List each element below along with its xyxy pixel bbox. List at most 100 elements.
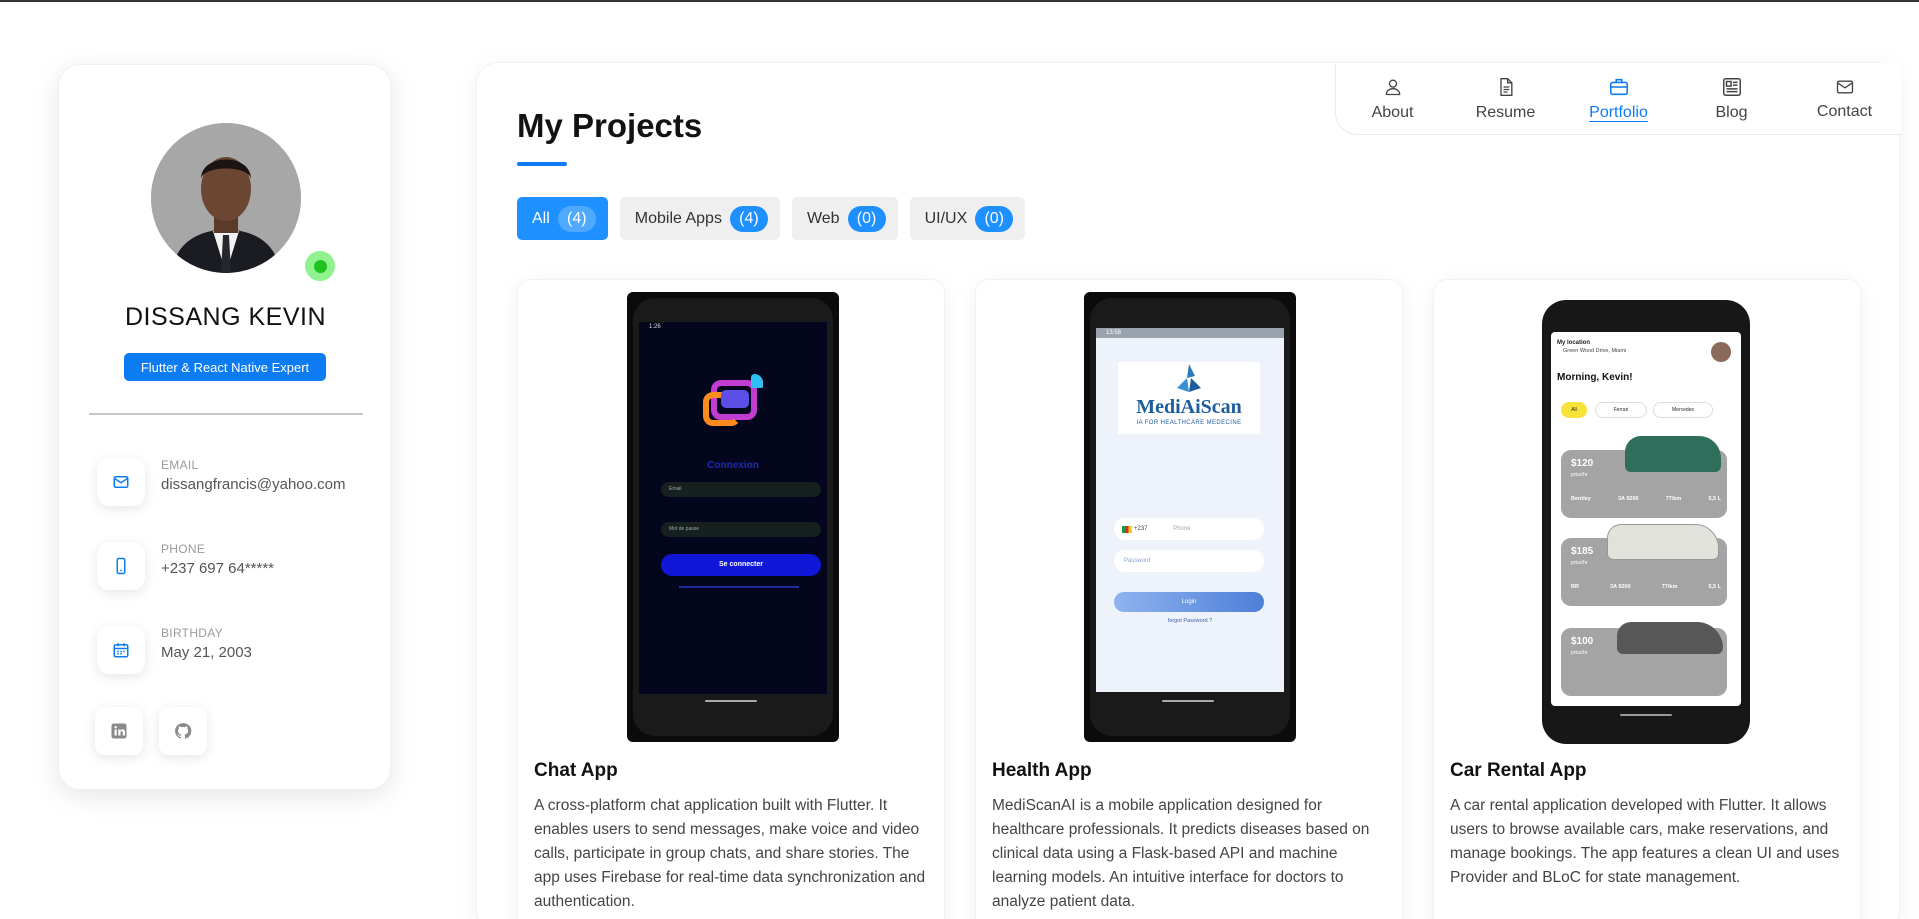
top-navigation: About Resume Portfolio Blog Contact	[1335, 63, 1901, 135]
nav-label: Resume	[1475, 103, 1536, 121]
filter-label: UI/UX	[924, 209, 968, 227]
filter-ui-ux[interactable]: UI/UX (0)	[909, 197, 1026, 240]
contact-email: EMAIL dissangfrancis@yahoo.com	[97, 458, 377, 514]
screen-car-card: $185 price/hr RR 3A 9200 77/km 5,5 L	[1561, 524, 1727, 606]
page-title: My Projects	[517, 107, 703, 144]
car-specs: RR 3A 9200 77/km 5,5 L	[1571, 584, 1721, 590]
filter-count: (4)	[557, 205, 596, 232]
role-badge: Flutter & React Native Expert	[124, 353, 326, 381]
mediaiscan-logo: MediAiScan IA FOR HEALTHCARE MEDECINE	[1118, 362, 1260, 434]
envelope-icon	[1836, 80, 1853, 93]
app-screen: 13:58 MediAiScan IA FOR HEALTHCARE MEDEC…	[1096, 328, 1284, 692]
screen-location: Green Wood Drive, Miami	[1563, 348, 1627, 354]
screen-greeting: Morning, Kevin!	[1557, 372, 1633, 383]
user-icon	[1385, 79, 1400, 95]
screen-tab-all: All	[1561, 402, 1587, 418]
newspaper-icon	[1722, 77, 1741, 96]
filter-count: (0)	[975, 205, 1014, 232]
project-filters: All (4) Mobile Apps (4) Web (0) UI/UX (0…	[517, 197, 1026, 240]
github-icon	[175, 723, 192, 739]
screen-tab-ferrari: Ferrari	[1595, 402, 1647, 418]
title-underline	[517, 162, 567, 166]
contact-label: EMAIL	[161, 458, 199, 472]
mail-icon	[97, 458, 145, 506]
car-image	[1607, 524, 1719, 560]
calendar-icon	[97, 626, 145, 674]
nav-resume[interactable]: Resume	[1449, 63, 1562, 134]
screen-avatar	[1711, 342, 1731, 362]
project-screenshot: My location Green Wood Drive, Miami Morn…	[1542, 300, 1750, 744]
nav-about[interactable]: About	[1336, 63, 1449, 134]
screen-brand: MediAiScan	[1136, 396, 1242, 418]
project-card-car-rental-app[interactable]: My location Green Wood Drive, Miami Morn…	[1433, 279, 1861, 919]
nav-portfolio[interactable]: Portfolio	[1562, 63, 1675, 134]
phone-icon	[97, 542, 145, 590]
nav-label: About	[1371, 103, 1414, 121]
app-screen: 1:26 Connexion Email Mot de passe Se con…	[639, 322, 827, 694]
project-screenshot: 1:26 Connexion Email Mot de passe Se con…	[627, 292, 839, 742]
nav-blog[interactable]: Blog	[1675, 63, 1788, 134]
contact-label: PHONE	[161, 542, 206, 556]
avatar	[151, 123, 301, 273]
filter-all[interactable]: All (4)	[517, 197, 608, 240]
window-top-border	[0, 0, 1919, 2]
project-card-chat-app[interactable]: 1:26 Connexion Email Mot de passe Se con…	[517, 279, 945, 919]
status-time: 13:58	[1096, 328, 1284, 338]
car-specs: Bentley 3A 9200 77/km 5,5 L	[1571, 496, 1721, 502]
car-price: $120	[1571, 458, 1594, 469]
project-title: Car Rental App	[1450, 760, 1587, 781]
project-description: A cross-platform chat application built …	[534, 797, 926, 910]
project-description: A car rental application developed with …	[1450, 797, 1840, 886]
filter-count: (4)	[729, 205, 768, 232]
project-description: MediScanAI is a mobile application desig…	[992, 797, 1370, 910]
screen-login-button: Login	[1114, 592, 1264, 612]
nav-label: Contact	[1816, 102, 1873, 120]
filter-mobile-apps[interactable]: Mobile Apps (4)	[619, 197, 780, 240]
chat-logo-icon	[703, 374, 763, 430]
screen-login-button: Se connecter	[661, 554, 821, 576]
linkedin-link[interactable]	[95, 707, 143, 755]
contact-value[interactable]: +237 697 64*****	[161, 560, 274, 577]
car-price-unit: price/hr	[1571, 560, 1588, 566]
filter-web[interactable]: Web (0)	[791, 197, 898, 240]
app-screen: My location Green Wood Drive, Miami Morn…	[1551, 332, 1741, 706]
car-price-unit: price/hr	[1571, 472, 1588, 478]
contact-label: BIRTHDAY	[161, 626, 223, 640]
screen-password-field: Mot de passe	[661, 522, 821, 537]
screen-forgot-link: forgot Password ?	[1167, 618, 1213, 624]
car-price: $100	[1571, 636, 1594, 647]
status-time: 1:26	[649, 324, 661, 330]
nav-label: Portfolio	[1589, 103, 1648, 121]
project-title: Health App	[992, 760, 1092, 781]
screen-country-code: +237	[1134, 526, 1148, 532]
profile-sidebar: DISSANG KEVIN Flutter & React Native Exp…	[58, 64, 391, 790]
screen-phone-field: +237 Phone	[1114, 518, 1264, 540]
screen-tagline: IA FOR HEALTHCARE MEDECINE	[1136, 420, 1242, 426]
contact-birthday: BIRTHDAY May 21, 2003	[97, 626, 377, 682]
divider	[89, 413, 363, 415]
project-card-health-app[interactable]: 13:58 MediAiScan IA FOR HEALTHCARE MEDEC…	[975, 279, 1403, 919]
nav-contact[interactable]: Contact	[1788, 63, 1901, 134]
screen-tab-mercedes: Mercedes	[1653, 402, 1713, 418]
screen-phone-placeholder: Phone	[1173, 526, 1191, 532]
main-panel: About Resume Portfolio Blog Contact My P…	[476, 62, 1901, 919]
online-status-indicator	[305, 251, 335, 281]
github-link[interactable]	[159, 707, 207, 755]
contact-phone: PHONE +237 697 64*****	[97, 542, 377, 598]
filter-label: Web	[806, 209, 840, 227]
nav-label: Blog	[1715, 103, 1748, 121]
filter-count: (0)	[847, 205, 886, 232]
document-icon	[1499, 77, 1512, 96]
screen-car-card: $100 price/hr	[1561, 622, 1727, 696]
contact-value[interactable]: dissangfrancis@yahoo.com	[161, 476, 345, 493]
car-image	[1625, 436, 1721, 472]
linkedin-icon	[111, 723, 127, 739]
car-image	[1617, 622, 1723, 654]
screen-heading: Connexion	[707, 460, 759, 471]
screen-email-field: Email	[661, 482, 821, 497]
screen-signup-link	[679, 586, 799, 588]
profile-name: DISSANG KEVIN	[125, 303, 326, 331]
screen-password-field: Password	[1114, 550, 1264, 572]
screen-car-card: $120 price/hr Bentley 3A 9200 77/km 5,5 L	[1561, 436, 1727, 518]
car-price-unit: price/hr	[1571, 650, 1588, 656]
